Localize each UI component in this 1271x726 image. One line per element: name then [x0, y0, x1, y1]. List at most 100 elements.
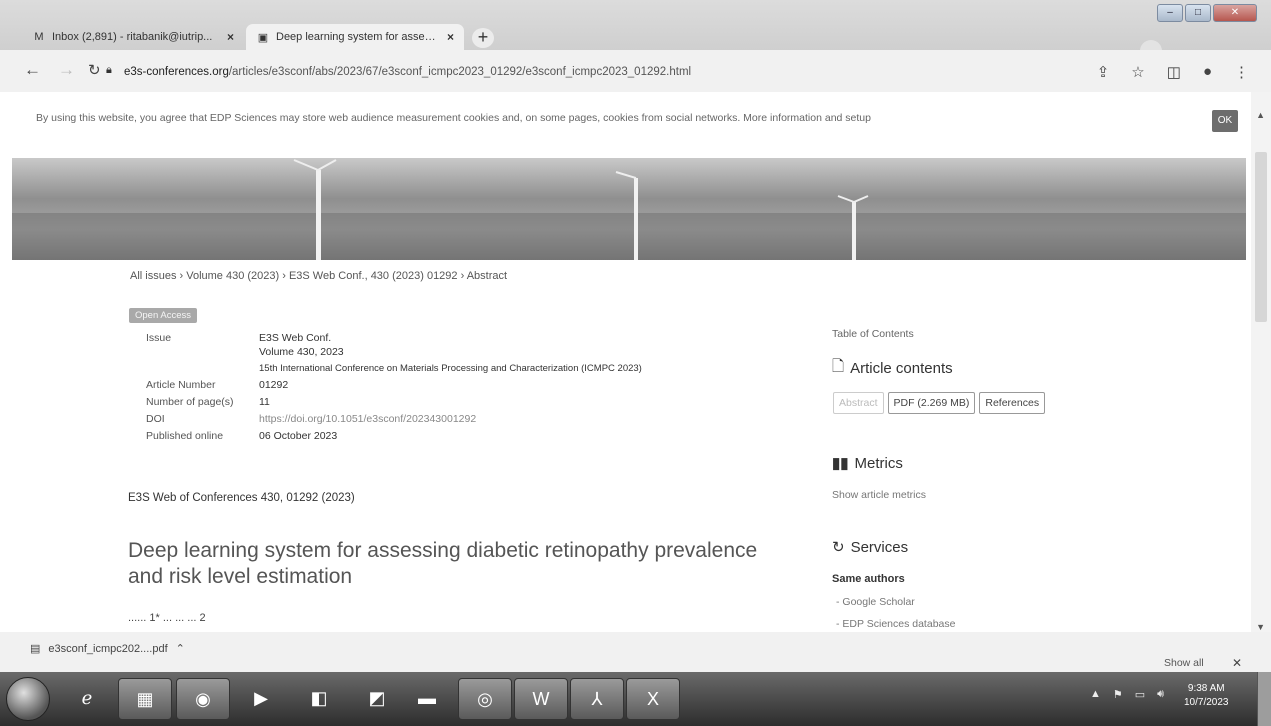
scroll-thumb[interactable] — [1255, 152, 1267, 322]
pdf-button[interactable]: PDF (2.269 MB) — [887, 392, 976, 414]
download-filename: e3sconf_icmpc202....pdf — [48, 642, 168, 655]
close-icon[interactable]: × — [447, 30, 454, 44]
meta-label: Issue — [146, 332, 172, 344]
chrome-icon[interactable]: ◎ — [458, 678, 512, 720]
media-player-icon[interactable]: ◉ — [176, 678, 230, 720]
presentation-app-icon[interactable]: ▬ — [400, 678, 454, 720]
side-panel-icon[interactable]: ◫ — [1167, 63, 1181, 81]
tab-bar: M Inbox (2,891) - ritabanik@iutrip... × … — [0, 0, 1271, 62]
meta-value[interactable]: E3S Web Conf. — [259, 332, 331, 344]
cookie-ok-button[interactable]: OK — [1212, 110, 1238, 132]
url-path: /articles/e3sconf/abs/2023/67/e3sconf_ic… — [228, 66, 692, 78]
citation: E3S Web of Conferences 430, 01292 (2023) — [128, 492, 355, 504]
meta-value[interactable]: Volume 430, 2023 — [259, 346, 344, 358]
reload-icon[interactable]: ↻ — [88, 61, 101, 79]
close-icon[interactable]: ✕ — [1232, 656, 1242, 670]
article-title: Deep learning system for assessing diabe… — [128, 539, 758, 588]
file-explorer-icon[interactable]: ▦ — [118, 678, 172, 720]
meta-value: 11 — [259, 396, 270, 408]
same-authors-label: Same authors — [832, 573, 905, 585]
minimize-button[interactable]: – — [1157, 4, 1183, 22]
meta-label: DOI — [146, 413, 165, 425]
system-tray: ▲ ⚑ ▭ 🔊︎ — [1090, 688, 1164, 701]
doi-link[interactable]: https://doi.org/10.1051/e3sconf/20234300… — [259, 413, 476, 425]
clock-date: 10/7/2023 — [1184, 697, 1229, 708]
heading-text: Services — [850, 538, 909, 556]
heading-text: Article contents — [850, 360, 953, 377]
internet-explorer-icon[interactable]: ℯ — [60, 678, 114, 720]
edp-database-link[interactable]: - EDP Sciences database — [836, 618, 955, 630]
back-icon[interactable]: ← — [24, 60, 41, 80]
start-button[interactable] — [6, 677, 50, 721]
document-app-icon[interactable]: ◩ — [350, 678, 404, 720]
cookie-banner: By using this website, you agree that ED… — [0, 92, 1250, 148]
services-heading: ↻ Services — [832, 538, 909, 557]
show-desktop-button[interactable] — [1257, 672, 1271, 726]
network-icon[interactable]: ▭ — [1135, 688, 1145, 701]
toc-label: Table of Contents — [832, 328, 914, 340]
meta-value: 01292 — [259, 379, 289, 391]
toolbar-icons: ⇪ ☆ ◫ ● ⋮ — [1097, 63, 1249, 81]
close-window-button[interactable]: ✕ — [1213, 4, 1257, 22]
article-contents-buttons: Abstract PDF (2.269 MB) References — [833, 392, 1046, 414]
pdf-file-icon: ▤ — [30, 643, 41, 655]
meta-value: 06 October 2023 — [259, 430, 338, 442]
tab-gmail[interactable]: M Inbox (2,891) - ritabanik@iutrip... × — [22, 24, 244, 50]
window-controls: – □ ✕ — [1157, 4, 1257, 22]
page-icon: ▣ — [257, 31, 269, 44]
heading-text: Metrics — [854, 454, 903, 472]
authors-line: ...... 1* ... ... ... 2 — [128, 612, 206, 624]
references-button[interactable]: References — [979, 392, 1046, 414]
metrics-heading: ▮▮ Metrics — [832, 454, 903, 473]
address-bar: ← → ↻ 🔒︎ e3s-conferences.org/articles/e3… — [0, 50, 1271, 92]
meta-label: Article Number — [146, 379, 216, 391]
lock-icon[interactable]: 🔒︎ — [106, 64, 112, 77]
page-scrollbar[interactable]: ▲ ▼ — [1251, 92, 1271, 632]
tray-arrow-icon[interactable]: ▲ — [1090, 688, 1101, 701]
acrobat-icon[interactable]: ⅄ — [570, 678, 624, 720]
forward-icon[interactable]: → — [58, 60, 75, 80]
system-clock[interactable]: 9:38 AM 10/7/2023 — [1184, 682, 1229, 710]
word-icon[interactable]: W — [514, 678, 568, 720]
cookie-text: By using this website, you agree that ED… — [36, 112, 871, 124]
chevron-up-icon[interactable]: ⌃ — [176, 642, 185, 655]
tab-title: Inbox (2,891) - ritabanik@iutrip... — [52, 31, 213, 43]
share-icon[interactable]: ⇪ — [1097, 63, 1110, 81]
show-all-button[interactable]: Show all — [1164, 657, 1204, 669]
show-metrics-link[interactable]: Show article metrics — [832, 489, 926, 501]
profile-avatar-icon[interactable]: ● — [1203, 63, 1212, 81]
close-icon[interactable]: × — [227, 30, 234, 44]
office-app-icon[interactable]: ◧ — [292, 678, 346, 720]
wind-turbine-banner — [12, 159, 1246, 260]
maximize-button[interactable]: □ — [1185, 4, 1211, 22]
menu-dots-icon[interactable]: ⋮ — [1234, 63, 1249, 81]
windows-taskbar: ℯ ▦ ◉ ▶ ◧ ◩ ▬ ◎ W ⅄ X ▲ ⚑ ▭ 🔊︎ 9:38 AM 1… — [0, 672, 1271, 726]
excel-icon[interactable]: X — [626, 678, 680, 720]
document-icon: 🗋︎ — [832, 358, 845, 375]
url-field[interactable]: e3s-conferences.org/articles/e3sconf/abs… — [124, 66, 691, 78]
tab-title: Deep learning system for assess... — [276, 31, 439, 43]
flag-icon[interactable]: ⚑ — [1113, 688, 1123, 701]
breadcrumb[interactable]: All issues › Volume 430 (2023) › E3S Web… — [130, 270, 507, 282]
meta-value: 15th International Conference on Materia… — [259, 363, 642, 374]
abstract-button[interactable]: Abstract — [833, 392, 884, 414]
meta-label: Published online — [146, 430, 224, 442]
gmail-icon: M — [34, 31, 44, 43]
scroll-down-icon[interactable]: ▼ — [1256, 622, 1265, 632]
download-shelf: ▤ e3sconf_icmpc202....pdf ⌃ Show all ✕ — [0, 632, 1271, 672]
bar-chart-icon: ▮▮ — [832, 455, 849, 472]
new-tab-button[interactable]: + — [472, 28, 494, 48]
volume-icon[interactable]: 🔊︎ — [1157, 688, 1164, 701]
scroll-up-icon[interactable]: ▲ — [1256, 110, 1265, 120]
meta-label: Number of page(s) — [146, 396, 234, 408]
clock-time: 9:38 AM — [1187, 683, 1225, 694]
tab-article[interactable]: ▣ Deep learning system for assess... × — [246, 24, 464, 50]
download-item[interactable]: ▤ e3sconf_icmpc202....pdf ⌃ — [30, 642, 185, 656]
page-viewport: By using this website, you agree that ED… — [0, 92, 1271, 632]
article-contents-heading: 🗋︎ Article contents — [832, 356, 953, 381]
video-app-icon[interactable]: ▶ — [234, 678, 288, 720]
google-scholar-link[interactable]: - Google Scholar — [836, 596, 915, 608]
bookmark-star-icon[interactable]: ☆ — [1131, 63, 1144, 81]
services-icon: ↻ — [832, 539, 845, 556]
open-access-badge: Open Access — [129, 308, 197, 323]
